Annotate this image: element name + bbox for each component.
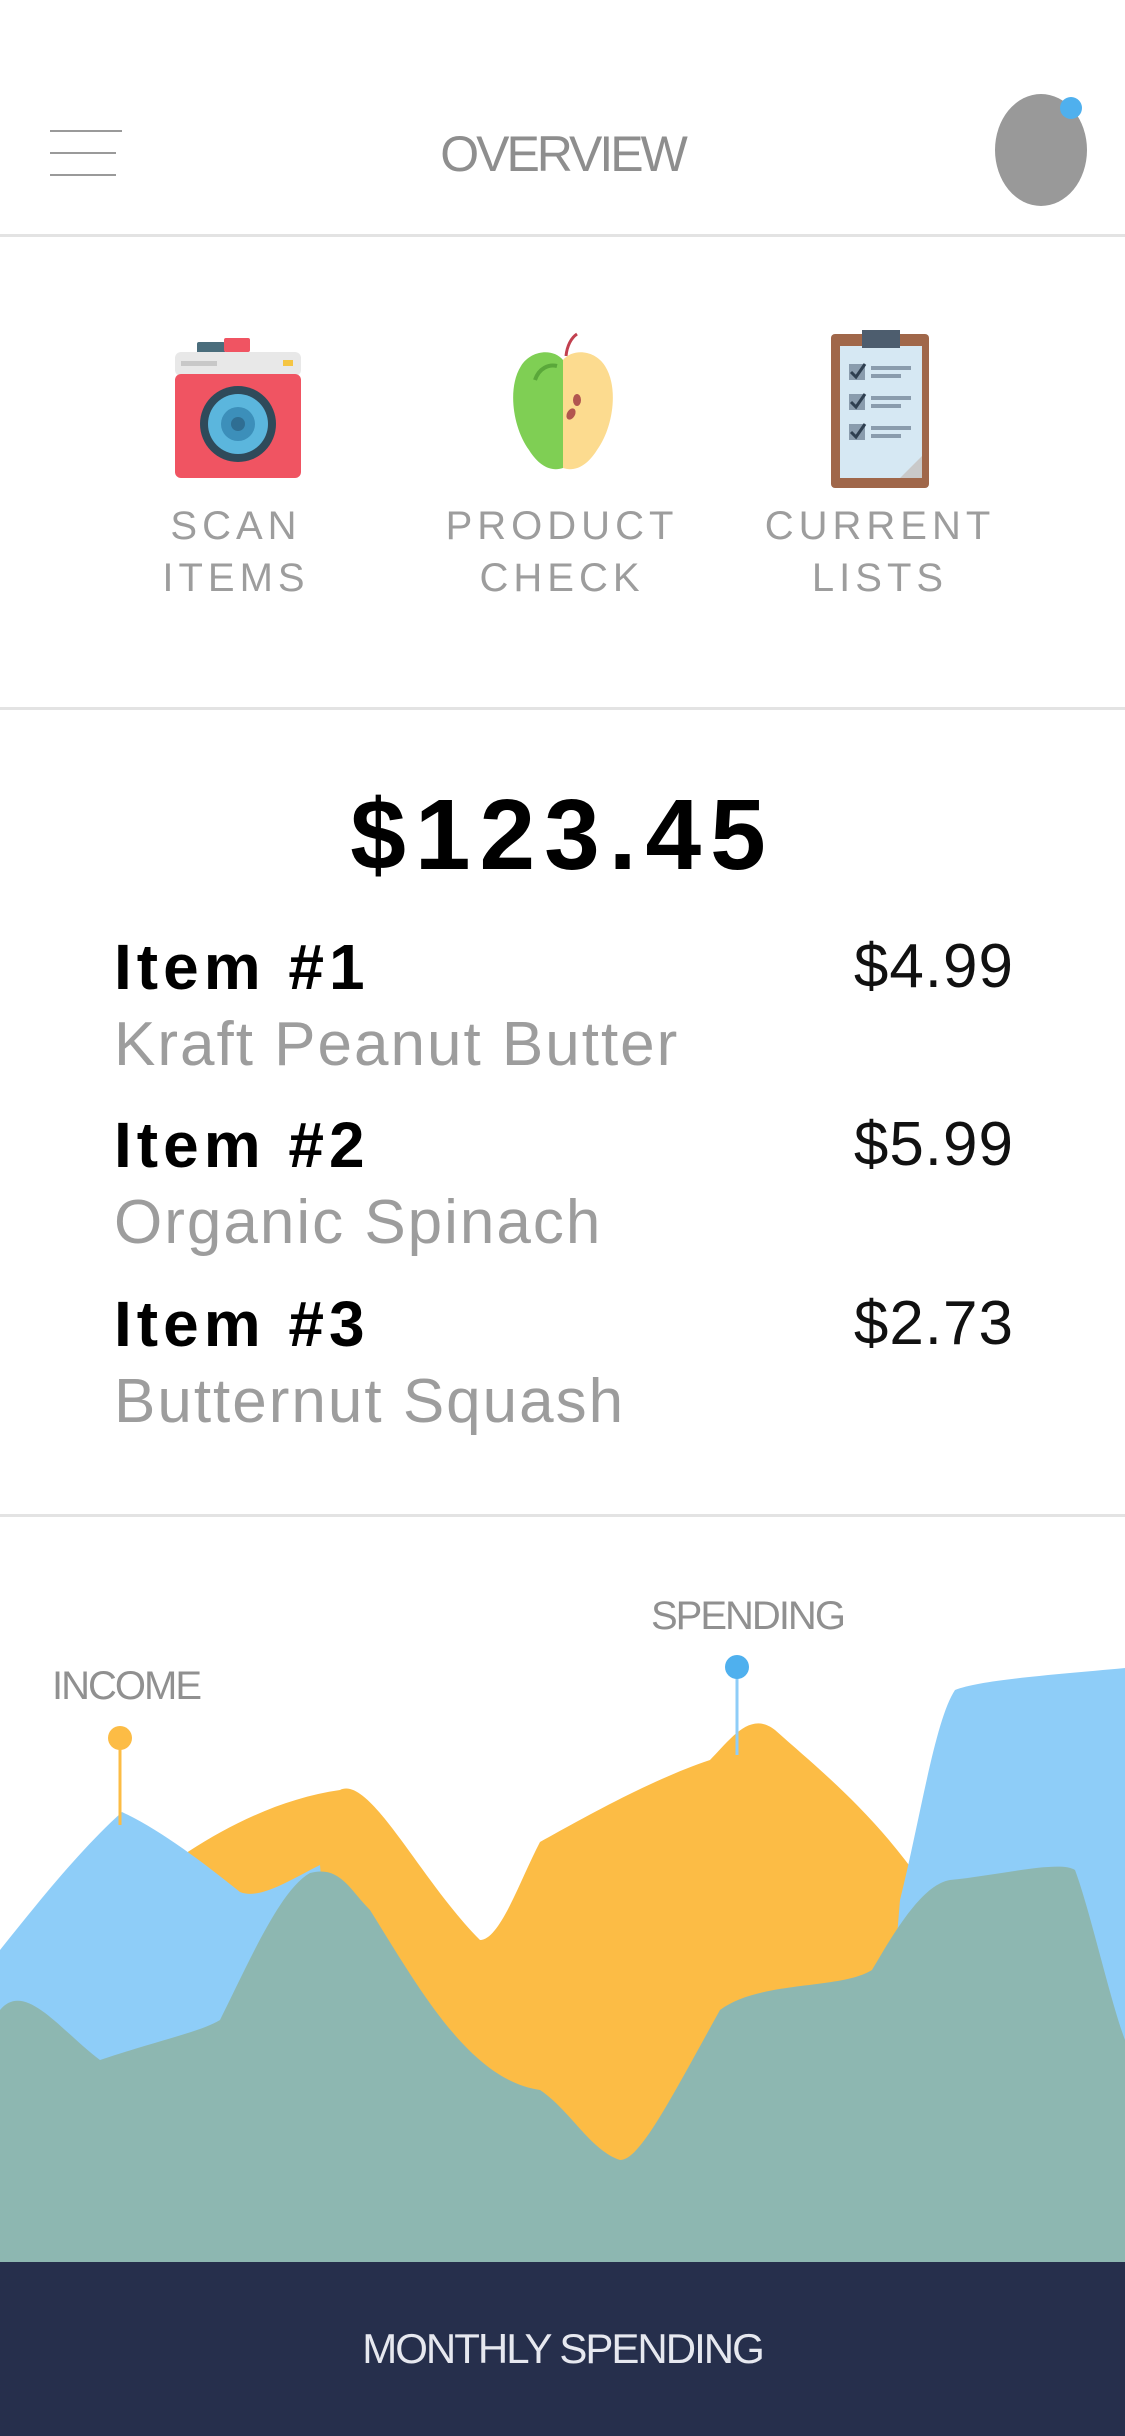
item-description: Butternut Squash <box>114 1367 626 1436</box>
page-title: OVERVIEW <box>440 126 688 182</box>
current-lists-button[interactable]: CURRENT LISTS <box>730 320 1030 604</box>
list-item[interactable]: Item #3 $2.73 Butternut Squash <box>114 1285 1014 1445</box>
spending-chart: INCOME SPENDING <box>0 1520 1125 2262</box>
product-check-label: PRODUCT CHECK <box>445 504 679 600</box>
list-item[interactable]: Item #2 $5.99 Organic Spinach <box>114 1106 1014 1266</box>
current-lists-label: CURRENT LISTS <box>764 504 996 600</box>
camera-icon <box>161 320 311 490</box>
app-header: OVERVIEW <box>0 0 1125 236</box>
item-description: Organic Spinach <box>114 1188 603 1257</box>
clipboard-icon <box>805 320 955 490</box>
item-name: Item #3 <box>114 1288 370 1360</box>
income-label: INCOME <box>52 1664 202 1708</box>
product-check-button[interactable]: PRODUCT CHECK <box>412 320 712 604</box>
item-name: Item #2 <box>114 1109 370 1181</box>
monthly-spending-label: MONTHLY SPENDING <box>362 2325 765 2372</box>
item-price: $4.99 <box>853 932 1014 1001</box>
scan-items-label: SCAN ITEMS <box>162 504 310 600</box>
item-price: $5.99 <box>853 1110 1014 1179</box>
total-amount: $123.45 <box>350 779 775 891</box>
item-description: Kraft Peanut Butter <box>114 1010 680 1079</box>
footer-bar[interactable]: MONTHLY SPENDING <box>0 2262 1125 2436</box>
item-price: $2.73 <box>853 1289 1014 1358</box>
apple-icon <box>487 320 637 490</box>
notification-dot <box>1060 97 1082 119</box>
spending-marker-dot <box>725 1655 749 1679</box>
header-divider <box>0 234 1125 237</box>
list-item[interactable]: Item #1 $4.99 Kraft Peanut Butter <box>114 928 1014 1088</box>
spending-chart-graphic <box>0 1655 1125 2262</box>
scan-items-button[interactable]: SCAN ITEMS <box>86 320 386 604</box>
income-marker-dot <box>108 1726 132 1750</box>
item-name: Item #1 <box>114 931 370 1003</box>
items-divider <box>0 1514 1125 1517</box>
quick-actions-divider <box>0 707 1125 710</box>
spending-label: SPENDING <box>651 1594 846 1638</box>
